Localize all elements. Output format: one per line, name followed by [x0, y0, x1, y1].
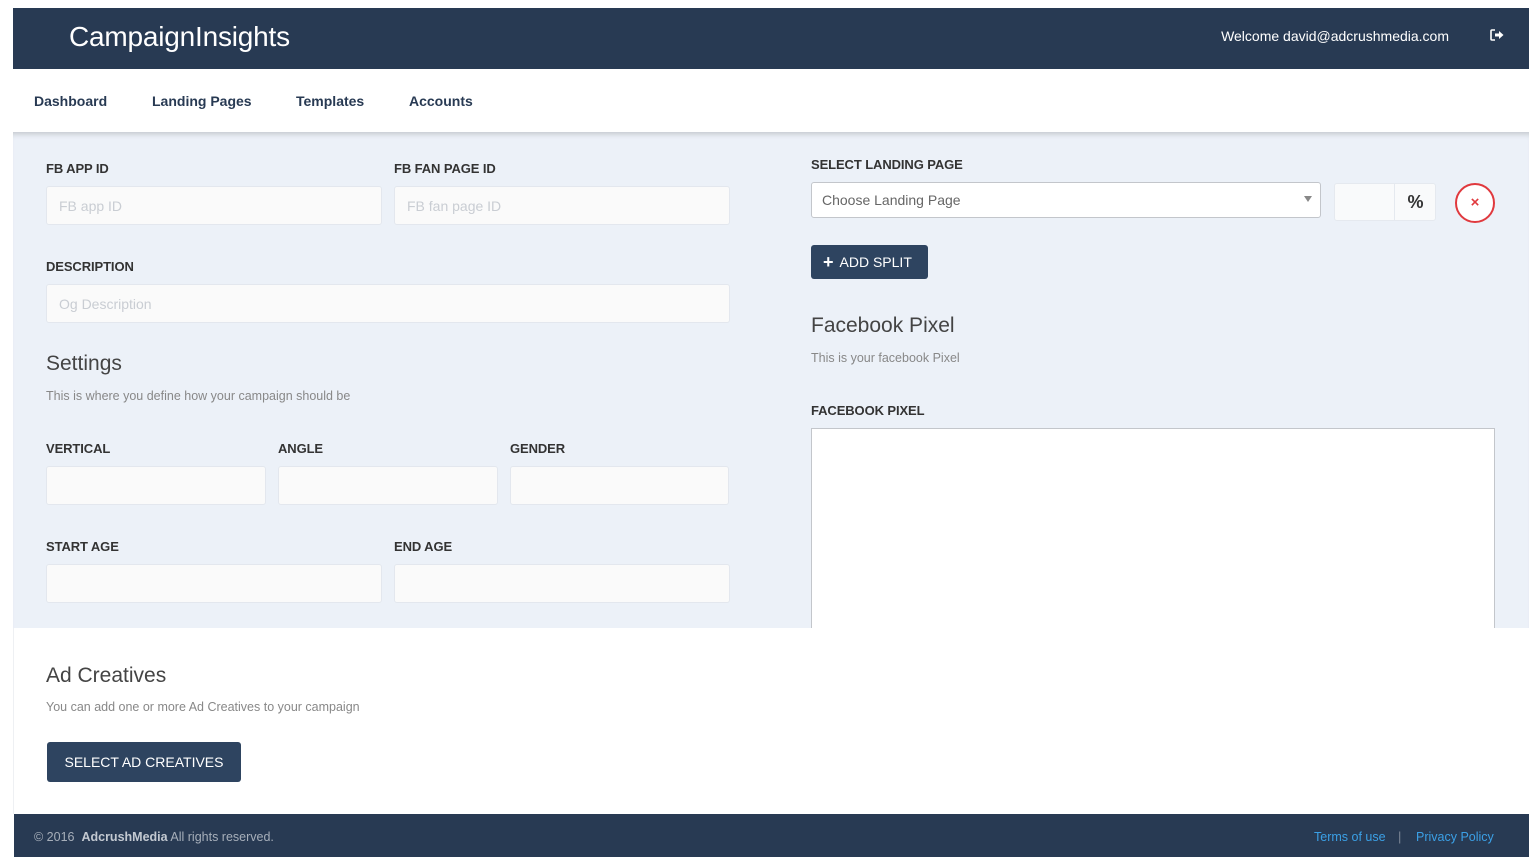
- facebook-pixel-subtitle: This is your facebook Pixel: [811, 351, 960, 365]
- brand-logo[interactable]: CampaignInsights: [69, 21, 290, 53]
- nav-accounts[interactable]: Accounts: [409, 93, 473, 109]
- angle-label: ANGLE: [278, 441, 324, 456]
- landing-page-select-value: Choose Landing Page: [822, 192, 961, 208]
- fb-fan-page-id-input[interactable]: [394, 186, 730, 225]
- split-percent-group: %: [1334, 183, 1436, 221]
- fb-app-id-input[interactable]: [46, 186, 382, 225]
- welcome-text: Welcome david@adcrushmedia.com: [1221, 28, 1449, 44]
- close-icon: ×: [1470, 194, 1480, 211]
- description-label: DESCRIPTION: [46, 259, 134, 274]
- end-age-input[interactable]: [394, 564, 730, 603]
- select-landing-page-label: SELECT LANDING PAGE: [811, 157, 963, 172]
- vertical-label: VERTICAL: [46, 441, 111, 456]
- description-input[interactable]: [46, 284, 730, 323]
- select-ad-creatives-button[interactable]: SELECT AD CREATIVES: [47, 742, 241, 782]
- settings-title: Settings: [46, 352, 122, 375]
- remove-split-button[interactable]: ×: [1455, 183, 1495, 223]
- gender-label: GENDER: [510, 441, 566, 456]
- angle-input[interactable]: [278, 466, 498, 505]
- nav-landing-pages[interactable]: Landing Pages: [152, 93, 252, 109]
- footer-separator: |: [1398, 829, 1402, 844]
- add-split-label: ADD SPLIT: [839, 254, 912, 270]
- facebook-pixel-label: FACEBOOK PIXEL: [811, 403, 925, 418]
- fb-fan-page-id-label: FB FAN PAGE ID: [394, 161, 496, 176]
- add-split-button[interactable]: + ADD SPLIT: [811, 245, 928, 279]
- start-age-label: START AGE: [46, 539, 119, 554]
- ad-creatives-section: Ad Creatives You can add one or more Ad …: [13, 628, 1529, 814]
- settings-subtitle: This is where you define how your campai…: [46, 389, 351, 403]
- copyright-suffix: All rights reserved.: [170, 830, 274, 844]
- copyright-year: © 2016: [34, 830, 75, 844]
- terms-of-use-link[interactable]: Terms of use: [1314, 830, 1386, 844]
- end-age-label: END AGE: [394, 539, 453, 554]
- main-nav: Dashboard Landing Pages Templates Accoun…: [13, 69, 1529, 132]
- ad-creatives-title: Ad Creatives: [46, 664, 167, 687]
- gender-input[interactable]: [510, 466, 729, 505]
- vertical-input[interactable]: [46, 466, 266, 505]
- copyright-text: © 2016 AdcrushMedia All rights reserved.: [34, 830, 274, 844]
- campaign-form: FB APP ID FB FAN PAGE ID DESCRIPTION Set…: [13, 132, 1529, 628]
- sign-out-icon[interactable]: [1489, 27, 1505, 43]
- nav-templates[interactable]: Templates: [296, 93, 364, 109]
- split-percent-input[interactable]: [1335, 184, 1394, 220]
- facebook-pixel-title: Facebook Pixel: [811, 314, 955, 337]
- footer: © 2016 AdcrushMedia All rights reserved.…: [14, 814, 1529, 857]
- plus-icon: +: [823, 252, 834, 272]
- start-age-input[interactable]: [46, 564, 382, 603]
- facebook-pixel-textarea[interactable]: [811, 428, 1495, 628]
- ad-creatives-subtitle: You can add one or more Ad Creatives to …: [46, 700, 360, 714]
- fb-app-id-label: FB APP ID: [46, 161, 109, 176]
- top-header: CampaignInsights Welcome david@adcrushme…: [13, 8, 1529, 69]
- nav-dashboard[interactable]: Dashboard: [34, 93, 107, 109]
- percent-addon: %: [1394, 184, 1436, 220]
- privacy-policy-link[interactable]: Privacy Policy: [1416, 830, 1494, 844]
- company-name: AdcrushMedia: [81, 830, 168, 844]
- caret-down-icon: [1304, 196, 1312, 202]
- app-window: CampaignInsights Welcome david@adcrushme…: [13, 8, 1529, 857]
- landing-page-select[interactable]: Choose Landing Page: [811, 182, 1321, 218]
